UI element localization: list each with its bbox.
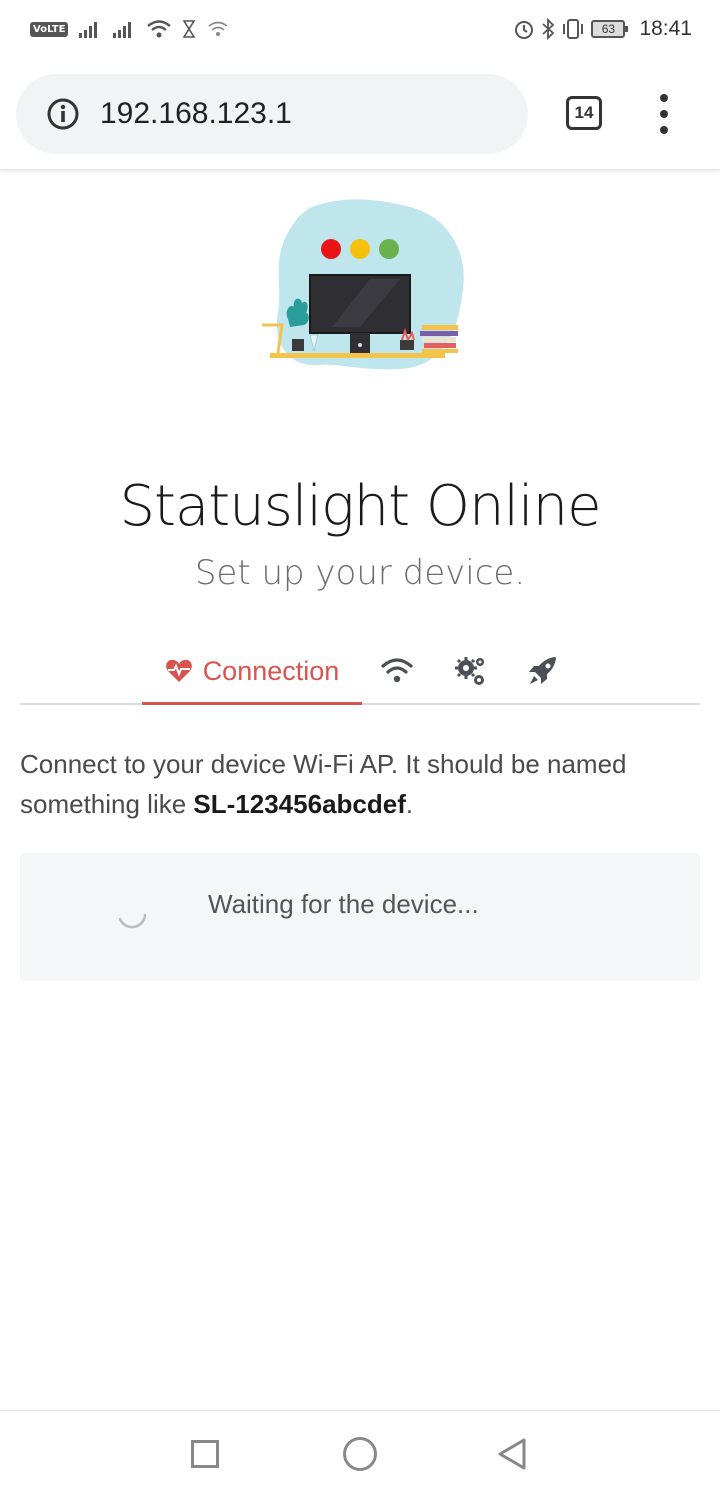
more-menu-button[interactable] bbox=[652, 94, 676, 134]
status-bar: VoLTE 63 18:41 bbox=[0, 0, 720, 58]
heartbeat-icon bbox=[165, 659, 192, 682]
battery-icon: 63 bbox=[591, 20, 629, 38]
tab-connection[interactable]: Connection bbox=[142, 640, 362, 705]
tab-connection-label: Connection bbox=[202, 655, 340, 686]
page-subtitle: Set up your device. bbox=[194, 553, 526, 593]
rocket-icon[interactable] bbox=[526, 654, 560, 688]
url-text[interactable]: 192.168.123.1 bbox=[100, 97, 292, 131]
alarm-icon bbox=[515, 21, 534, 39]
signal-icon bbox=[79, 22, 98, 38]
url-bar[interactable]: 192.168.123.1 bbox=[16, 74, 528, 154]
wifi-status-icon bbox=[147, 20, 172, 38]
waiting-text: Waiting for the device... bbox=[208, 889, 479, 919]
system-nav-bar bbox=[0, 1410, 720, 1496]
device-name: SL-123456abcdef bbox=[193, 789, 406, 819]
wifi-icon[interactable] bbox=[380, 654, 414, 688]
info-icon[interactable] bbox=[46, 97, 80, 131]
setup-steps: Connection bbox=[20, 640, 700, 705]
hourglass-icon bbox=[182, 20, 196, 38]
loading-spinner-icon bbox=[118, 913, 147, 929]
vibrate-icon bbox=[563, 19, 584, 39]
wifi-hotspot-icon bbox=[208, 21, 228, 36]
volte-icon: VoLTE bbox=[30, 21, 69, 37]
statuslight-illustration bbox=[262, 199, 464, 370]
home-button[interactable] bbox=[343, 1437, 377, 1471]
instructions-suffix: . bbox=[405, 789, 414, 819]
waiting-panel: Waiting for the device... bbox=[20, 853, 700, 981]
status-time: 18:41 bbox=[639, 17, 692, 40]
recents-button[interactable] bbox=[191, 1440, 219, 1468]
instructions-text: Connect to your device Wi-Fi AP. It shou… bbox=[20, 744, 700, 824]
bluetooth-icon bbox=[542, 18, 555, 40]
tab-switcher-button[interactable]: 14 bbox=[566, 96, 602, 130]
page-title: Statuslight Online bbox=[119, 474, 601, 539]
gears-icon[interactable] bbox=[453, 654, 487, 688]
signal-icon-2 bbox=[113, 22, 132, 38]
back-button[interactable] bbox=[496, 1437, 528, 1471]
browser-toolbar: 192.168.123.1 14 bbox=[0, 58, 720, 170]
